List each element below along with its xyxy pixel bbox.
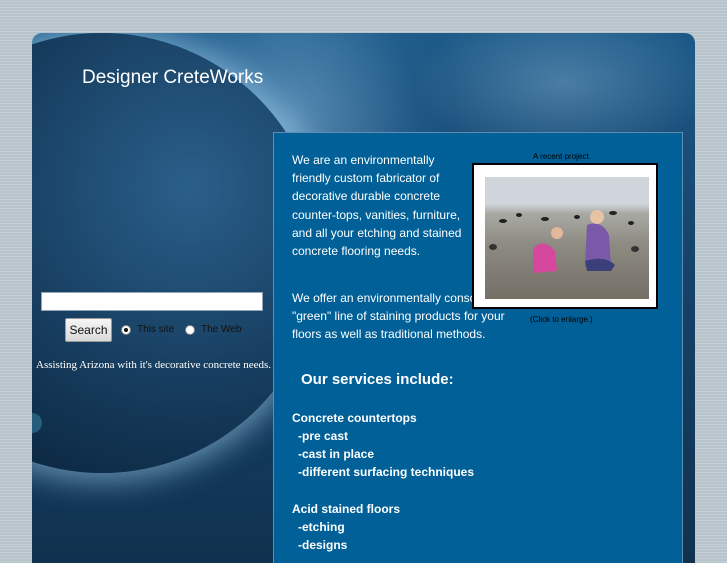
photo-caption: A recent project. (533, 152, 591, 161)
radio-the-web[interactable]: The Web (185, 324, 241, 335)
services-heading: Our services include: (301, 371, 454, 388)
search-input[interactable] (41, 292, 263, 311)
site-frame: Designer CreteWorks Search This site The… (32, 33, 695, 563)
radio-the-web-label: The Web (201, 324, 242, 335)
intro-paragraph-1: We are an environmentally friendly custo… (292, 153, 462, 259)
service-item: -different surfacing techniques (298, 465, 475, 479)
enlarge-caption: (Click to enlarge.) (530, 315, 593, 324)
site-tagline: Assisting Arizona with it's decorative c… (36, 359, 272, 371)
search-button[interactable]: Search (65, 318, 112, 342)
radio-the-web-dot[interactable] (185, 324, 195, 335)
main-content: We are an environmentally friendly custo… (273, 132, 683, 563)
service-item: -designs (298, 538, 348, 552)
service-group-title: Acid stained floors (292, 502, 401, 516)
radio-this-site-dot[interactable] (121, 324, 131, 335)
site-title[interactable]: Designer CreteWorks (82, 67, 263, 89)
radio-this-site[interactable]: This site (121, 324, 174, 335)
project-photo-link[interactable] (472, 163, 658, 309)
service-item: -etching (298, 520, 345, 534)
project-photo-image (489, 210, 639, 273)
radio-this-site-label: This site (137, 324, 175, 335)
service-item: -cast in place (298, 447, 375, 461)
project-photo[interactable] (485, 177, 649, 299)
service-group-title: Concrete countertops (292, 411, 417, 425)
service-item: -pre cast (298, 429, 349, 443)
